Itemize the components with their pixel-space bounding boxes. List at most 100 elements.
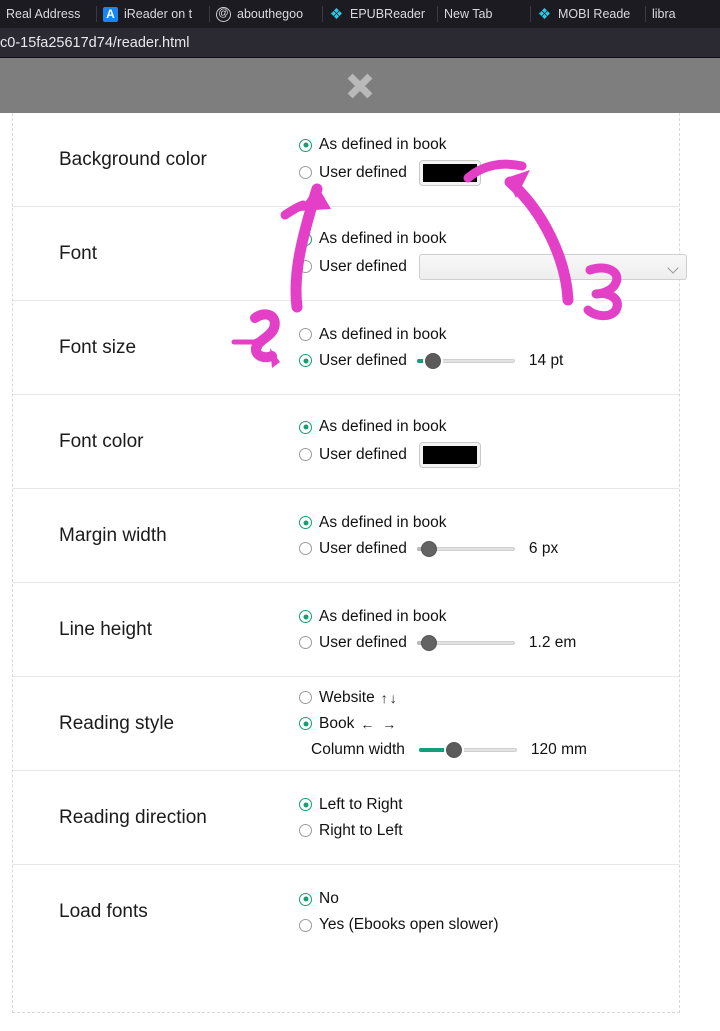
- settings-row-controls: Website ↑↓ Book ← → Column width 120 mm: [299, 683, 655, 764]
- reading-style-option-website[interactable]: Website ↑↓: [299, 686, 655, 709]
- radio-unselected[interactable]: [299, 448, 312, 461]
- font-color-swatch[interactable]: [418, 441, 481, 468]
- settings-row-background-color: Background color As defined in book User d…: [13, 113, 679, 207]
- font-size-slider[interactable]: [416, 351, 515, 371]
- radio-selected[interactable]: [299, 717, 312, 730]
- option-label: User defined: [319, 633, 407, 651]
- settings-panel: Background color As defined in book User d…: [12, 113, 687, 1013]
- settings-row-controls: As defined in book User defined 6 px: [299, 508, 655, 563]
- font-option-as-defined-in-book[interactable]: As defined in book: [299, 228, 687, 251]
- font-size-option-user-defined[interactable]: User defined 14 pt: [299, 349, 655, 372]
- option-label: No: [319, 890, 339, 907]
- browser-tab-6[interactable]: libra: [646, 0, 720, 28]
- radio-selected[interactable]: [299, 892, 312, 906]
- browser-tab-5[interactable]: ❖ MOBI Reade: [531, 0, 645, 28]
- line-height-slider[interactable]: [416, 633, 515, 653]
- browser-tab-1[interactable]: AiReader on t: [97, 0, 209, 28]
- font-size-option-as-defined-in-book[interactable]: As defined in book: [299, 323, 655, 346]
- load-fonts-option-yes-ebooks-open-slower[interactable]: Yes (Ebooks open slower): [299, 914, 655, 937]
- load-fonts-option-no[interactable]: No: [299, 888, 655, 911]
- background-color-swatch[interactable]: [418, 159, 481, 186]
- browser-tab-strip: Real Address AiReader on t @ abouthegoo ❖ EPU…: [0, 0, 720, 28]
- slider-thumb[interactable]: [420, 634, 437, 651]
- margin-width-value: 6 px: [528, 539, 559, 557]
- radio-selected[interactable]: [299, 354, 312, 367]
- browser-tab-2[interactable]: @ abouthegoo: [210, 0, 322, 28]
- option-label: As defined in book: [319, 136, 447, 153]
- browser-tab-0[interactable]: Real Address: [0, 0, 96, 28]
- settings-row-controls: As defined in book User defined 1.2 em: [299, 602, 655, 657]
- margin-width-slider[interactable]: [416, 539, 515, 559]
- browser-tab-label: iReader on t: [124, 7, 193, 21]
- screen-root: Real Address AiReader on t @ abouthegoo ❖ EPU…: [0, 0, 720, 1031]
- line-height-option-as-defined-in-book[interactable]: As defined in book: [299, 605, 655, 628]
- margin-width-option-user-defined[interactable]: User defined 6 px: [299, 537, 655, 560]
- settings-row-controls: No Yes (Ebooks open slower): [299, 885, 655, 940]
- browser-tab-3[interactable]: ❖ EPUBReader: [323, 0, 437, 28]
- reading-direction-option-right-to-left[interactable]: Right to Left: [299, 819, 655, 842]
- option-label: Left to Right: [319, 795, 403, 813]
- close-icon[interactable]: [345, 71, 375, 101]
- radio-unselected[interactable]: [299, 166, 312, 179]
- option-label: Yes (Ebooks open slower): [319, 916, 499, 933]
- slider-thumb[interactable]: [424, 352, 441, 369]
- line-height-option-user-defined[interactable]: User defined 1.2 em: [299, 631, 655, 654]
- radio-unselected[interactable]: [299, 918, 312, 932]
- settings-row-label: Line height: [59, 618, 152, 640]
- option-label: As defined in book: [319, 230, 447, 247]
- url-text[interactable]: c0-15fa25617d74/reader.html: [0, 35, 189, 51]
- font-color-option-as-defined-in-book[interactable]: As defined in book: [299, 416, 655, 439]
- radio-unselected[interactable]: [299, 542, 312, 555]
- settings-row-label: Reading direction: [59, 806, 207, 828]
- radio-unselected[interactable]: [299, 260, 312, 273]
- radio-unselected[interactable]: [299, 824, 312, 837]
- puzzle-icon: ❖: [537, 5, 552, 23]
- settings-row-label: Background color: [59, 148, 207, 170]
- browser-url-bar[interactable]: c0-15fa25617d74/reader.html: [0, 28, 720, 58]
- option-label: Website: [319, 688, 375, 706]
- settings-row-label: Load fonts: [59, 901, 148, 922]
- background-color-option-as-defined-in-book[interactable]: As defined in book: [299, 134, 655, 157]
- radio-selected[interactable]: [299, 420, 312, 434]
- settings-row-reading-direction: Reading direction Left to Right Right to L…: [13, 771, 679, 865]
- radio-unselected[interactable]: [299, 691, 312, 704]
- settings-row-controls: As defined in book User defined: [299, 413, 655, 471]
- appstore-icon: A: [103, 6, 118, 22]
- settings-row-label: Margin width: [59, 524, 167, 546]
- radio-unselected[interactable]: [299, 328, 312, 341]
- slider-thumb[interactable]: [446, 741, 463, 758]
- settings-row-controls: As defined in book User defined: [299, 131, 655, 189]
- reading-style-slider[interactable]: [418, 740, 517, 760]
- radio-unselected[interactable]: [299, 636, 312, 649]
- settings-panel-wrapper: Background color As defined in book User d…: [0, 113, 720, 1031]
- background-color-option-user-defined[interactable]: User defined: [299, 159, 655, 186]
- settings-row-label: Font size: [59, 336, 137, 358]
- option-label: User defined: [319, 257, 407, 275]
- option-label: As defined in book: [319, 418, 447, 435]
- line-height-value: 1.2 em: [528, 633, 577, 651]
- settings-row-load-fonts: Load fonts No Yes (Ebooks open slower): [13, 865, 679, 959]
- option-label: As defined in book: [319, 513, 447, 531]
- browser-tab-label: Real Address: [6, 7, 81, 21]
- settings-row-label: Reading style: [59, 712, 175, 734]
- column-width-label: Column width: [311, 740, 405, 758]
- font-size-value: 14 pt: [528, 351, 564, 369]
- slider-thumb[interactable]: [420, 540, 437, 557]
- radio-selected[interactable]: [299, 138, 312, 152]
- font-option-user-defined[interactable]: User defined: [299, 253, 687, 280]
- option-label: As defined in book: [319, 607, 447, 625]
- font-color-option-user-defined[interactable]: User defined: [299, 441, 655, 468]
- reading-style-option-book[interactable]: Book ← →: [299, 712, 655, 735]
- reading-direction-option-left-to-right[interactable]: Left to Right: [299, 793, 655, 816]
- dialog-header: [0, 58, 720, 113]
- radio-selected[interactable]: [299, 232, 312, 246]
- font-family-select[interactable]: [418, 253, 687, 280]
- margin-width-option-as-defined-in-book[interactable]: As defined in book: [299, 511, 655, 534]
- radio-selected[interactable]: [299, 798, 312, 811]
- settings-row-controls: Left to Right Right to Left: [299, 790, 655, 845]
- browser-tab-4[interactable]: New Tab: [438, 0, 530, 28]
- column-width-control: Column width 120 mm: [299, 738, 655, 761]
- radio-selected[interactable]: [299, 516, 312, 529]
- settings-row-font: Font As defined in book User defined: [13, 207, 687, 301]
- radio-selected[interactable]: [299, 610, 312, 623]
